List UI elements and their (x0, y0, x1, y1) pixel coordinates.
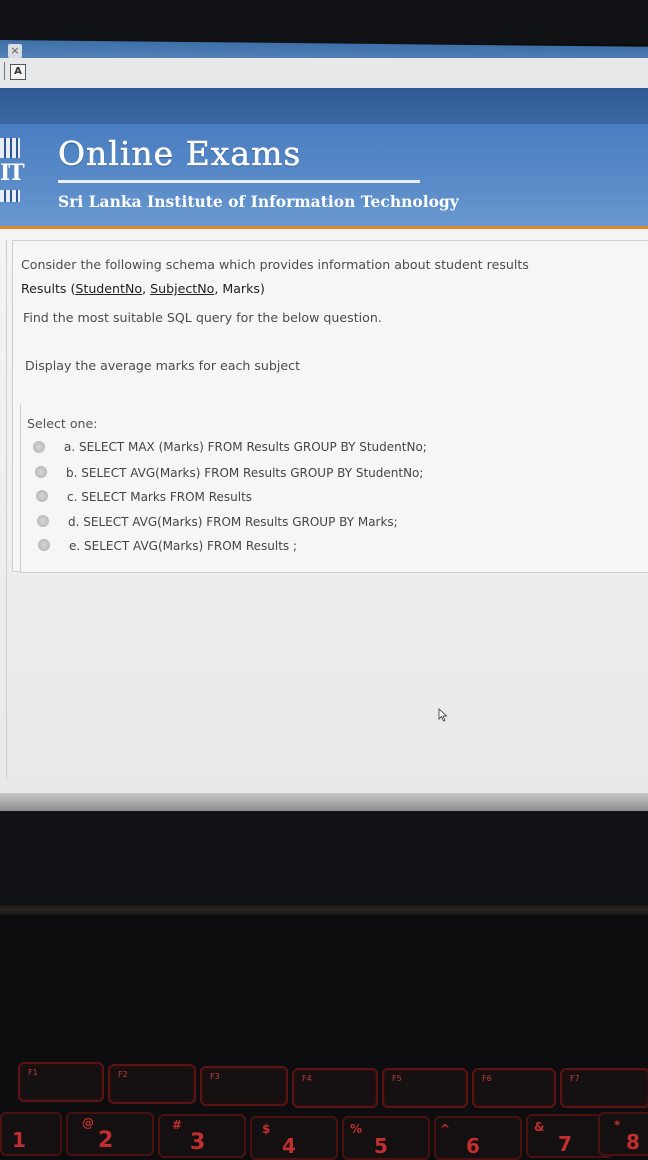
site-navbar (0, 88, 648, 124)
radio-icon[interactable] (37, 515, 49, 527)
schema-suffix: , Marks) (214, 281, 265, 296)
logo-grid-icon (0, 138, 20, 158)
key-f3[interactable]: F3 (200, 1066, 288, 1106)
logo-base-icon (0, 190, 20, 202)
key-f2[interactable]: F2 (108, 1064, 196, 1104)
radio-icon[interactable] (35, 466, 47, 478)
radio-icon[interactable] (33, 441, 45, 453)
key-f6[interactable]: F6 (472, 1068, 556, 1108)
key-8[interactable]: * 8 (598, 1112, 648, 1156)
laptop-hinge (0, 905, 648, 915)
site-subtitle: Sri Lanka Institute of Information Techn… (58, 192, 459, 211)
option-d-label[interactable]: d. SELECT AVG(Marks) FROM Results GROUP … (68, 515, 398, 529)
option-b[interactable] (35, 463, 47, 481)
question-schema: Results (StudentNo, SubjectNo, Marks) (21, 281, 265, 296)
screen-bottom-edge (0, 793, 648, 811)
key-3[interactable]: #3 (158, 1114, 246, 1158)
option-e-label[interactable]: e. SELECT AVG(Marks) FROM Results ; (69, 539, 297, 553)
schema-prefix: Results ( (21, 281, 76, 296)
site-title: Online Exams (58, 134, 302, 174)
document-icon[interactable]: A (10, 64, 26, 80)
option-a[interactable] (33, 438, 45, 456)
schema-separator: , (142, 281, 151, 296)
option-c[interactable] (36, 487, 48, 505)
schema-key-studentno: StudentNo (75, 281, 143, 296)
key-4[interactable]: $4 (250, 1116, 338, 1160)
photo-dark-area (0, 0, 648, 44)
option-b-label[interactable]: b. SELECT AVG(Marks) FROM Results GROUP … (66, 466, 423, 480)
laptop-bezel (0, 811, 648, 911)
title-underline (58, 180, 420, 183)
key-2[interactable]: @2 (66, 1112, 154, 1156)
tab-close-icon[interactable]: × (8, 44, 22, 58)
key-6[interactable]: ^ 6 (434, 1116, 522, 1160)
key-f5[interactable]: F5 (382, 1068, 468, 1108)
key-5[interactable]: % 5 (342, 1116, 430, 1160)
option-c-label[interactable]: c. SELECT Marks FROM Results (67, 490, 252, 504)
question-intro: Consider the following schema which prov… (21, 257, 529, 272)
select-one-prompt: Select one: (27, 416, 98, 431)
radio-icon[interactable] (38, 539, 50, 551)
browser-toolbar (0, 58, 648, 89)
option-a-label[interactable]: a. SELECT MAX (Marks) FROM Results GROUP… (64, 440, 427, 454)
question-instruction: Find the most suitable SQL query for the… (23, 310, 382, 325)
toolbar-divider (4, 62, 5, 80)
key-f7[interactable]: F7 (560, 1068, 648, 1108)
logo-letters: IT (0, 160, 25, 186)
option-d[interactable] (37, 512, 49, 530)
schema-key-subjectno: SubjectNo (150, 281, 215, 296)
page-left-border (0, 240, 7, 780)
mouse-cursor-icon (438, 708, 448, 722)
key-f4[interactable]: F4 (292, 1068, 378, 1108)
option-e[interactable] (38, 536, 50, 554)
radio-icon[interactable] (36, 490, 48, 502)
question-task: Display the average marks for each subje… (25, 358, 301, 373)
key-1[interactable]: 1 (0, 1112, 62, 1156)
key-f1[interactable]: F1 (18, 1062, 104, 1102)
